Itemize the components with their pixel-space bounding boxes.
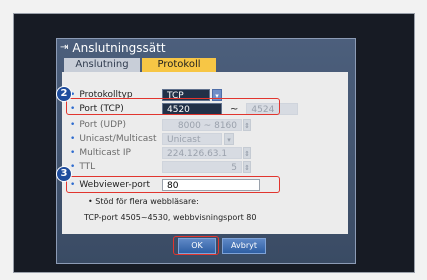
port-udp-row: • Port (UDP) 8000 ~ 8160 ⇕ xyxy=(70,118,251,132)
stepper-icon: ⇕ xyxy=(243,161,251,173)
chevron-down-icon: ▾ xyxy=(224,133,234,145)
highlight-webviewer-port xyxy=(66,176,280,193)
tab-protocol[interactable]: Protokoll xyxy=(142,58,216,73)
stepper-icon: ⇕ xyxy=(243,119,251,131)
note-detail: TCP-port 4505~4530, webbvisningsport 80 xyxy=(84,213,257,222)
multicast-ip-field: 224.126.63.1 xyxy=(162,147,242,159)
protocol-panel: • Protokolltyp TCP ▾ • Port (TCP) 4520 ~ 4… xyxy=(62,72,348,234)
connection-icon: ⇥ xyxy=(60,42,69,53)
dialog-title: ⇥ Anslutningssätt xyxy=(60,39,166,57)
unicast-multicast-select: Unicast xyxy=(162,133,222,145)
unicast-multicast-label: • Unicast/Multicast xyxy=(70,134,157,144)
multicast-ip-row: • Multicast IP 224.126.63.1 ⇕ xyxy=(70,146,251,160)
step-badge-2: 2 xyxy=(56,86,72,102)
ttl-label: • TTL xyxy=(70,162,96,172)
stepper-icon: ⇕ xyxy=(243,147,251,159)
dialog-title-text: Anslutningssätt xyxy=(72,41,166,55)
ttl-row: • TTL 5 ⇕ xyxy=(70,160,251,174)
port-udp-label: • Port (UDP) xyxy=(70,120,126,130)
port-udp-field: 8000 ~ 8160 xyxy=(162,119,242,131)
step-badge-3: 3 xyxy=(56,166,72,182)
ok-button[interactable]: OK xyxy=(178,238,216,254)
highlight-port-tcp xyxy=(66,98,280,115)
tab-connection[interactable]: Anslutning xyxy=(64,58,140,72)
multicast-ip-label: • Multicast IP xyxy=(70,148,131,158)
cancel-button[interactable]: Avbryt xyxy=(222,238,266,254)
ttl-field: 5 xyxy=(162,161,242,173)
note-heading: • Stöd för flera webbläsare: xyxy=(88,197,199,206)
unicast-multicast-row: • Unicast/Multicast Unicast ▾ xyxy=(70,132,234,146)
